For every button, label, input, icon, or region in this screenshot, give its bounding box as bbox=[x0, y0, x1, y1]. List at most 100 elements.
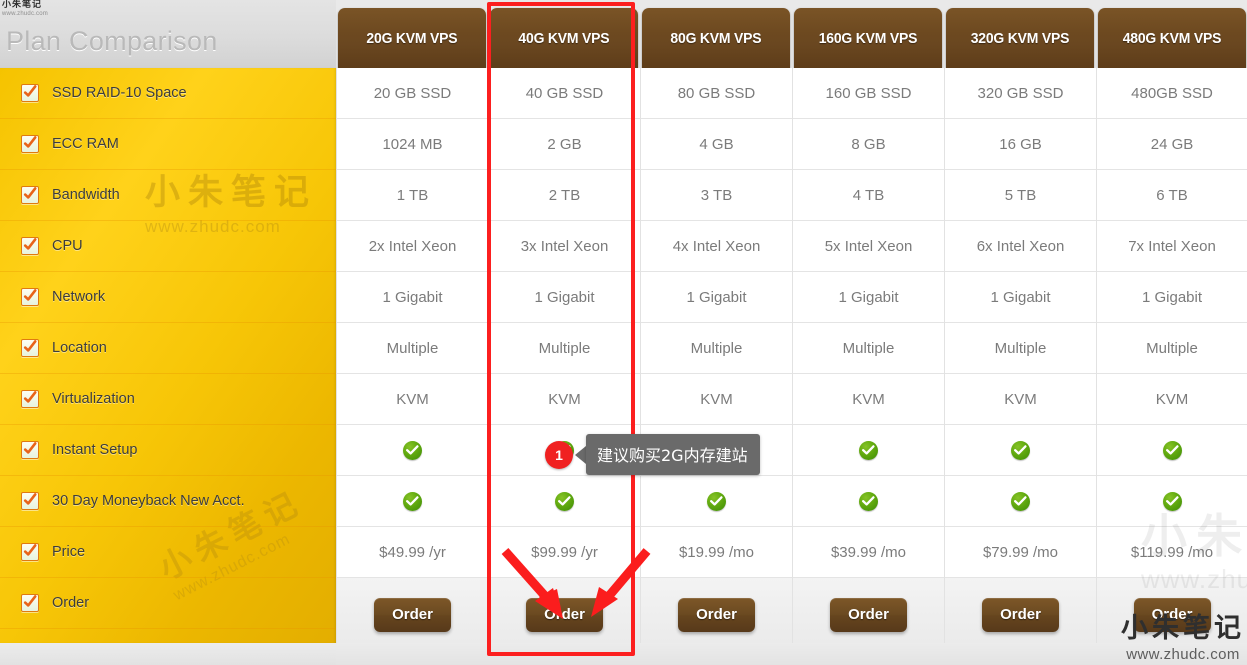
plan-cell-location: Multiple bbox=[337, 323, 488, 374]
checkbox-checked-icon bbox=[21, 390, 39, 408]
checkbox-checked-icon bbox=[21, 543, 39, 561]
plan-cell-price: $79.99 /mo bbox=[945, 527, 1096, 578]
feature-row: Location bbox=[0, 323, 336, 374]
plan-cell-bandwidth: 6 TB bbox=[1097, 170, 1247, 221]
plan-cell-network: 1 Gigabit bbox=[337, 272, 488, 323]
order-button[interactable]: Order bbox=[526, 597, 603, 632]
check-yes-icon bbox=[859, 440, 878, 460]
plan-cell-ram: 16 GB bbox=[945, 119, 1096, 170]
plan-header: 80G KVM VPS bbox=[642, 8, 790, 68]
plan-cell-location: Multiple bbox=[793, 323, 944, 374]
checkbox-checked-icon bbox=[21, 441, 39, 459]
feature-row: Network bbox=[0, 272, 336, 323]
plan-cell-ssd: 80 GB SSD bbox=[641, 68, 792, 119]
plan-cell-network: 1 Gigabit bbox=[945, 272, 1096, 323]
feature-row: 30 Day Moneyback New Acct. bbox=[0, 476, 336, 527]
plan-cell-ssd: 40 GB SSD bbox=[489, 68, 640, 119]
plan-cell-order: Order bbox=[945, 578, 1096, 651]
feature-row: Price bbox=[0, 527, 336, 578]
plan-cell-instant-setup bbox=[1097, 425, 1247, 476]
plan-cell-cpu: 7x Intel Xeon bbox=[1097, 221, 1247, 272]
plan-cell-ssd: 160 GB SSD bbox=[793, 68, 944, 119]
checkbox-checked-icon bbox=[21, 492, 39, 510]
feature-label: Instant Setup bbox=[52, 442, 138, 458]
plan-cell-network: 1 Gigabit bbox=[793, 272, 944, 323]
plan-cell-cpu: 5x Intel Xeon bbox=[793, 221, 944, 272]
plan-header-label: 80G KVM VPS bbox=[670, 29, 762, 47]
feature-label: Virtualization bbox=[52, 391, 135, 407]
plan-cell-moneyback bbox=[945, 476, 1096, 527]
plan-cells: 40 GB SSD 2 GB 2 TB 3x Intel Xeon 1 Gigabit M… bbox=[488, 68, 640, 651]
check-yes-icon bbox=[1162, 491, 1182, 511]
annotation-badge: 1 bbox=[545, 440, 573, 469]
plan-cell-location: Multiple bbox=[945, 323, 1096, 374]
plan-cell-cpu: 6x Intel Xeon bbox=[945, 221, 1096, 272]
check-yes-icon bbox=[859, 491, 878, 511]
plan-cell-cpu: 3x Intel Xeon bbox=[489, 221, 640, 272]
feature-label: ECC RAM bbox=[52, 136, 119, 152]
feature-label: SSD RAID-10 Space bbox=[52, 85, 187, 101]
checkbox-checked-icon bbox=[21, 288, 39, 306]
plan-column: 320G KVM VPS 320 GB SSD 16 GB 5 TB 6x Intel … bbox=[944, 0, 1096, 665]
checkbox-checked-icon bbox=[21, 237, 39, 255]
tooltip-text: 建议购买2G内存建站 bbox=[586, 434, 760, 475]
feature-sidebar: Plan Comparison 小朱笔记 www.zhudc.com 小朱笔记 … bbox=[0, 0, 336, 665]
plan-cell-ram: 2 GB bbox=[489, 119, 640, 170]
check-yes-icon bbox=[403, 440, 422, 460]
check-yes-icon bbox=[707, 491, 726, 511]
check-yes-icon bbox=[555, 491, 574, 511]
plan-cell-bandwidth: 5 TB bbox=[945, 170, 1096, 221]
plan-cell-virtualization: KVM bbox=[793, 374, 944, 425]
plan-cell-price: $119.99 /mo bbox=[1097, 527, 1247, 578]
plan-cell-virtualization: KVM bbox=[641, 374, 792, 425]
plan-cells: 20 GB SSD 1024 MB 1 TB 2x Intel Xeon 1 Gigab… bbox=[336, 68, 488, 651]
plan-cell-moneyback bbox=[489, 476, 640, 527]
plan-cell-bandwidth: 3 TB bbox=[641, 170, 792, 221]
feature-row: Virtualization bbox=[0, 374, 336, 425]
check-yes-icon bbox=[403, 491, 422, 511]
order-button[interactable]: Order bbox=[830, 597, 907, 632]
plan-header-label: 320G KVM VPS bbox=[970, 29, 1070, 47]
checkbox-checked-icon bbox=[21, 594, 39, 612]
plan-cell-ram: 24 GB bbox=[1097, 119, 1247, 170]
feature-row: CPU bbox=[0, 221, 336, 272]
plan-cell-ssd: 320 GB SSD bbox=[945, 68, 1096, 119]
feature-row: SSD RAID-10 Space bbox=[0, 68, 336, 119]
plan-cell-location: Multiple bbox=[1097, 323, 1247, 374]
order-button[interactable]: Order bbox=[1133, 597, 1211, 632]
plan-header-label: 20G KVM VPS bbox=[366, 29, 458, 47]
plan-cell-price: $49.99 /yr bbox=[337, 527, 488, 578]
checkbox-checked-icon bbox=[21, 135, 39, 153]
plan-cell-order: Order bbox=[337, 578, 488, 651]
plan-cell-ssd: 20 GB SSD bbox=[337, 68, 488, 119]
order-button[interactable]: Order bbox=[982, 597, 1059, 632]
sidebar-header: Plan Comparison bbox=[0, 0, 336, 68]
plan-cell-instant-setup bbox=[793, 425, 944, 476]
plan-cell-bandwidth: 1 TB bbox=[337, 170, 488, 221]
order-button[interactable]: Order bbox=[374, 597, 451, 632]
plan-cell-ssd: 480GB SSD bbox=[1097, 68, 1247, 119]
feature-label: Network bbox=[52, 289, 106, 305]
plan-cell-bandwidth: 2 TB bbox=[489, 170, 640, 221]
plan-column: 480G KVM VPS 480GB SSD 24 GB 6 TB 7x Intel X… bbox=[1096, 0, 1247, 665]
plan-cell-order: Order bbox=[1097, 578, 1247, 651]
plan-cell-location: Multiple bbox=[489, 323, 640, 374]
plan-cell-ram: 8 GB bbox=[793, 119, 944, 170]
plan-cell-network: 1 Gigabit bbox=[489, 272, 640, 323]
check-yes-icon bbox=[1162, 440, 1182, 460]
plan-header-label: 40G KVM VPS bbox=[518, 29, 610, 47]
plan-header: 160G KVM VPS bbox=[794, 8, 942, 68]
order-button[interactable]: Order bbox=[678, 597, 755, 632]
feature-label: Location bbox=[52, 340, 107, 356]
tooltip-arrow-icon bbox=[575, 445, 586, 464]
feature-row: Instant Setup bbox=[0, 425, 336, 476]
plan-cell-order: Order bbox=[641, 578, 792, 651]
plan-cell-price: $99.99 /yr bbox=[489, 527, 640, 578]
plan-header-label: 480G KVM VPS bbox=[1122, 29, 1222, 47]
check-yes-icon bbox=[1011, 491, 1030, 511]
page-title: Plan Comparison bbox=[6, 26, 218, 56]
feature-label: Price bbox=[52, 544, 86, 560]
feature-label: CPU bbox=[52, 238, 83, 254]
plan-comparison-page: 小朱笔记 www.zhudc.com Plan Comparison 小朱笔记 … bbox=[0, 0, 1247, 665]
checkbox-checked-icon bbox=[21, 186, 39, 204]
